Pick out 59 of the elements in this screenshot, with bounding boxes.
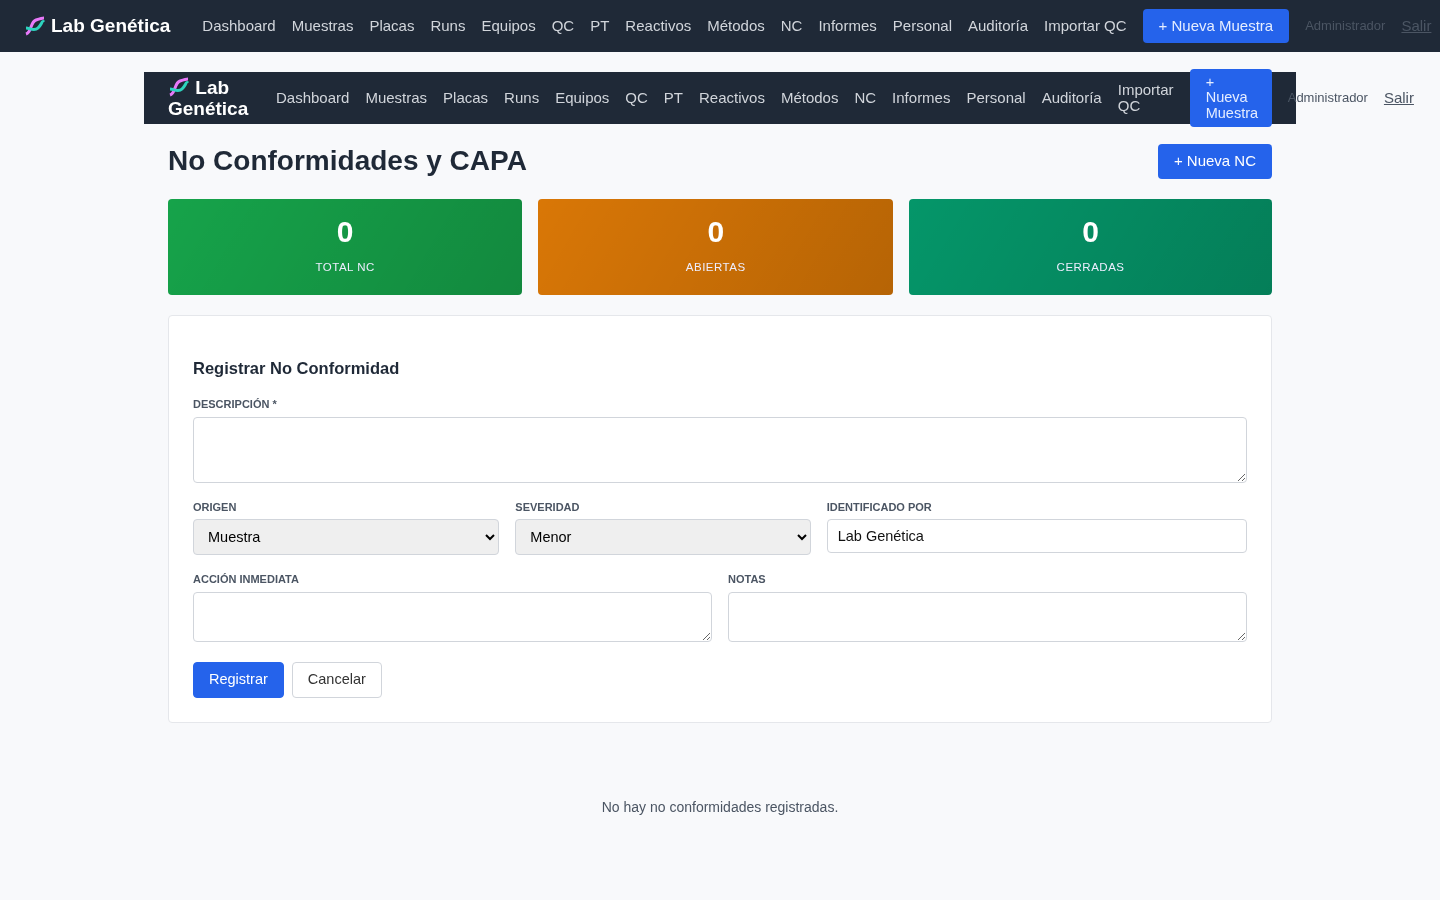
new-sample-button[interactable]: + Nueva Muestra	[1142, 8, 1290, 44]
nav-link[interactable]: Dashboard	[202, 14, 276, 38]
logout-link[interactable]: Salir	[1383, 86, 1414, 110]
brand-logo[interactable]: Lab Genética	[24, 11, 171, 41]
nav-link[interactable]: Informes	[818, 14, 877, 38]
field-label: ACCIÓN INMEDIATA	[193, 572, 300, 588]
nav-link[interactable]: Placas	[443, 86, 489, 110]
nav-link[interactable]: QC	[625, 86, 648, 110]
nav-link[interactable]: Runs	[504, 86, 540, 110]
nav-link[interactable]: Muestras	[291, 14, 354, 38]
nav-link[interactable]: Reactivos	[699, 86, 765, 110]
new-nc-button[interactable]: + Nueva NC	[1157, 144, 1272, 179]
field-label: ORIGEN	[193, 499, 238, 515]
nav-link[interactable]: Dashboard	[276, 86, 350, 110]
dna-icon	[24, 16, 46, 36]
nav-link[interactable]: Métodos	[780, 86, 839, 110]
nav-link[interactable]: NC	[780, 14, 803, 38]
new-sample-button[interactable]: + Nueva Muestra	[1189, 68, 1272, 128]
nav-link[interactable]: Equipos	[555, 86, 610, 110]
page-title: No Conformidades y CAPA	[168, 144, 527, 179]
cancel-button[interactable]: Cancelar	[291, 661, 382, 698]
input-field[interactable]: Lab Genética	[826, 519, 1247, 554]
nav-link[interactable]: PT	[663, 86, 684, 110]
text-area[interactable]	[728, 591, 1247, 642]
nav-link[interactable]: Personal	[966, 86, 1026, 110]
select-field[interactable]: Menor	[515, 519, 811, 556]
text-area[interactable]	[193, 416, 1247, 483]
nav-link[interactable]: Métodos	[707, 14, 765, 38]
nav-link[interactable]: Equipos	[481, 14, 536, 38]
stat-label: CERRADAS	[1056, 259, 1125, 275]
stat-label: ABIERTAS	[685, 259, 746, 275]
stat-value: 0	[336, 216, 354, 247]
nav-link[interactable]: Personal	[892, 14, 952, 38]
stat-label: TOTAL NC	[315, 259, 375, 275]
dna-icon	[168, 76, 190, 97]
nav-link[interactable]: Runs	[430, 14, 466, 38]
nav-link[interactable]: QC	[551, 14, 575, 38]
nav-link[interactable]: PT	[590, 14, 610, 38]
nav-link[interactable]: Auditoría	[1041, 86, 1102, 110]
select-field[interactable]: Muestra	[193, 519, 500, 556]
field-label: DESCRIPCIÓN *	[193, 397, 278, 413]
stat-value: 0	[707, 216, 725, 247]
stat-value: 0	[1082, 216, 1099, 247]
nav-link[interactable]: Reactivos	[625, 14, 692, 38]
nav-link[interactable]: Placas	[369, 14, 415, 38]
brand-logo[interactable]: Lab Genética	[168, 76, 248, 120]
nav-link[interactable]: Importar QC	[1044, 14, 1127, 38]
field-label: NOTAS	[728, 572, 767, 588]
nav-link[interactable]: NC	[854, 86, 877, 110]
field-label: SEVERIDAD	[515, 499, 581, 515]
text-area[interactable]	[193, 591, 712, 642]
empty-message: No hay no conformidades registradas.	[600, 797, 840, 817]
form-title: Registrar No Conformidad	[193, 357, 401, 379]
nav-link[interactable]: Informes	[892, 86, 951, 110]
field-label: IDENTIFICADO POR	[826, 499, 933, 515]
nav-link[interactable]: Auditoría	[968, 14, 1029, 38]
nav-link[interactable]: Importar QC	[1117, 82, 1174, 114]
submit-button[interactable]: Registrar	[193, 661, 284, 698]
nav-link[interactable]: Muestras	[365, 86, 428, 110]
